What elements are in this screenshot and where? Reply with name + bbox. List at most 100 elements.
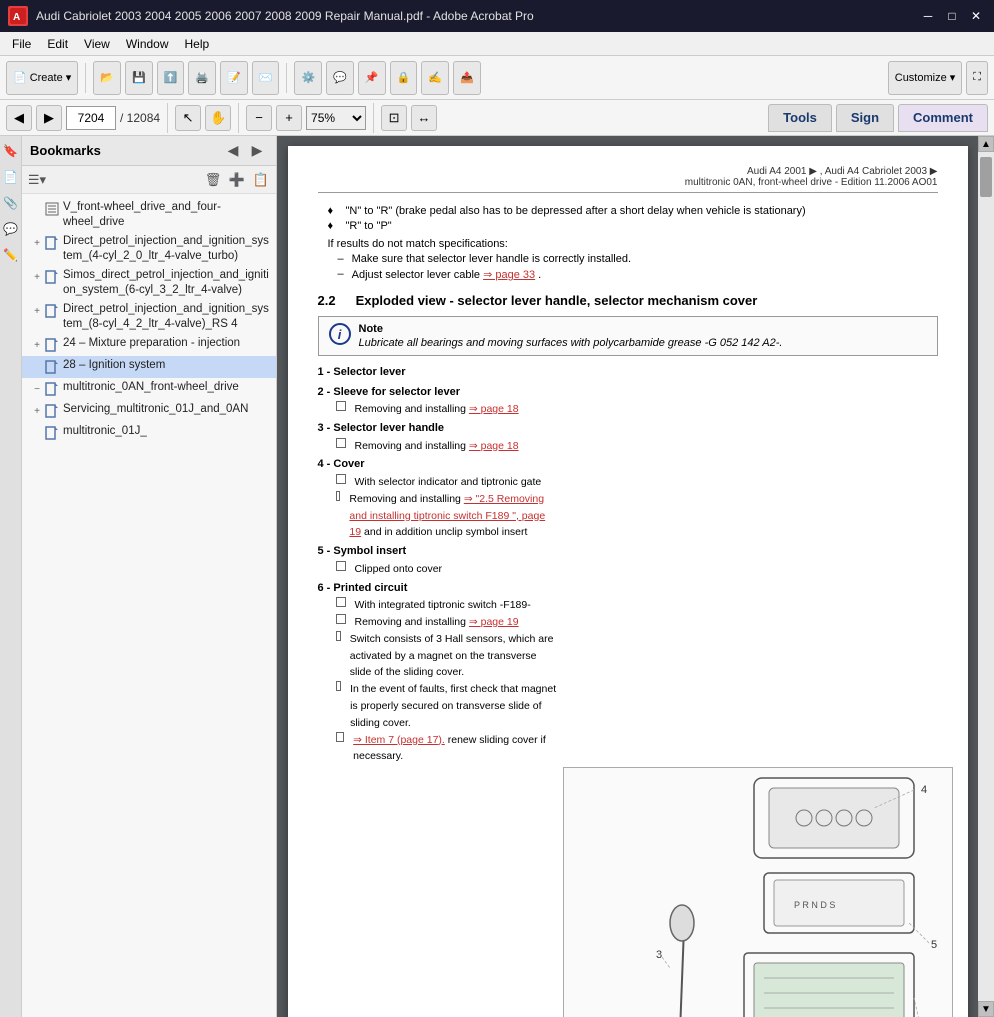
window-controls: ─ □ ✕ — [918, 6, 986, 26]
bookmark-item-multitronic0an[interactable]: − multitronic_0AN_front-wheel_drive — [22, 378, 276, 400]
open-button[interactable]: 📂 — [93, 61, 121, 95]
sign-tab[interactable]: Sign — [836, 104, 894, 132]
prev-page-button[interactable]: ◀ — [6, 105, 32, 131]
checkbox-6-5 — [336, 732, 345, 742]
zoom-out-button[interactable]: − — [246, 105, 272, 131]
hand-tool-button[interactable]: ✋ — [205, 105, 231, 131]
toolbar-separator-1 — [85, 63, 86, 93]
bookmark-item-vfront[interactable]: V_front-wheel_drive_and_four-wheel_drive — [22, 198, 276, 232]
bookmarks-panel-icon[interactable]: 🔖 — [2, 142, 20, 160]
email-button[interactable]: ✉️ — [252, 61, 280, 95]
sign-tool-button[interactable]: ✍️ — [421, 61, 449, 95]
link-6-5[interactable]: ⇒ Item 7 (page 17). — [353, 734, 445, 746]
link-6-2[interactable]: ⇒ page 19 — [469, 616, 519, 628]
expand-button[interactable]: ⛶ — [966, 61, 988, 95]
page-number-input[interactable]: 7204 — [66, 106, 116, 130]
add-bookmark-button[interactable]: ➕ — [226, 169, 248, 191]
fit-width-button[interactable]: ↔ — [411, 105, 437, 131]
tools-tab[interactable]: Tools — [768, 104, 832, 132]
sidebar-header-buttons: ◀ ▶ — [222, 140, 268, 162]
pdf-area[interactable]: Audi A4 2001 ▶ , Audi A4 Cabriolet 2003 … — [277, 136, 978, 1017]
bookmark-properties-button[interactable]: 📋 — [250, 169, 272, 191]
next-page-button[interactable]: ▶ — [36, 105, 62, 131]
save-button[interactable]: 💾 — [125, 61, 153, 95]
expand-icon-24: + — [30, 338, 44, 354]
expand-panel-button[interactable]: ▶ — [246, 140, 268, 162]
comment-tool-button[interactable]: 💬 — [326, 61, 354, 95]
comments-panel-icon[interactable]: 💬 — [2, 220, 20, 238]
bookmark-text-multi0an: multitronic_0AN_front-wheel_drive — [63, 380, 239, 395]
checkbox-6-1 — [336, 597, 346, 607]
menu-view[interactable]: View — [76, 35, 118, 53]
note-content: Note Lubricate all bearings and moving s… — [359, 323, 783, 349]
link-2-1[interactable]: ⇒ page 18 — [469, 403, 519, 415]
scroll-track[interactable] — [978, 152, 994, 1001]
pages-panel-icon[interactable]: 📄 — [2, 168, 20, 186]
part-4-detail-2: Removing and installing ⇒ "2.5 Removing … — [318, 491, 558, 541]
collapse-panel-button[interactable]: ◀ — [222, 140, 244, 162]
menu-window[interactable]: Window — [118, 35, 177, 53]
menu-file[interactable]: File — [4, 35, 39, 53]
minimize-button[interactable]: ─ — [918, 6, 938, 26]
bookmark-icon-28 — [44, 359, 60, 375]
scroll-down-button[interactable]: ▼ — [978, 1001, 994, 1017]
nav-toolbar: ◀ ▶ 7204 / 12084 ↖ ✋ − + 75%50%100%150% … — [0, 100, 994, 136]
select-tool-button[interactable]: ↖ — [175, 105, 201, 131]
menu-help[interactable]: Help — [177, 35, 218, 53]
create-button[interactable]: 📄 Create ▾ — [6, 61, 78, 95]
parts-diagram-svg: 4 5 6 7 1 2 3 8 — [564, 768, 953, 1017]
bookmark-item-multi01j[interactable]: multitronic_01J_ — [22, 422, 276, 444]
customize-button[interactable]: Customize ▾ — [888, 61, 963, 95]
svg-text:5: 5 — [930, 939, 936, 951]
right-scrollbar[interactable]: ▲ ▼ — [978, 136, 994, 1017]
sidebar: Bookmarks ◀ ▶ ☰▾ 🗑 ➕ 📋 V_front-wheel_dri… — [22, 136, 277, 1017]
dash-link-2[interactable]: ⇒ page 33 — [483, 269, 535, 281]
bookmark-item-direct4cyl[interactable]: + Direct_petrol_injection_and_ignition_s… — [22, 232, 276, 266]
bookmark-item-direct8cyl[interactable]: + Direct_petrol_injection_and_ignition_s… — [22, 300, 276, 334]
checkbox-6-4 — [336, 681, 342, 691]
side-panel: 🔖 📄 📎 💬 ✏️ — [0, 136, 22, 1017]
security-button[interactable]: 🔒 — [390, 61, 418, 95]
part-6-detail-1: With integrated tiptronic switch -F189- — [318, 597, 558, 614]
upload-button[interactable]: ⬆️ — [157, 61, 185, 95]
bookmark-icon-direct4cyl — [44, 235, 60, 251]
select-icon: ↖ — [183, 110, 194, 126]
upload-icon: ⬆️ — [164, 71, 178, 84]
pen-icon[interactable]: ✏️ — [2, 246, 20, 264]
bookmarks-tree[interactable]: V_front-wheel_drive_and_four-wheel_drive… — [22, 194, 276, 1017]
fit-page-button[interactable]: ⊡ — [381, 105, 407, 131]
scroll-thumb[interactable] — [980, 157, 992, 197]
bookmark-item-simos[interactable]: + Simos_direct_petrol_injection_and_igni… — [22, 266, 276, 300]
markup-button[interactable]: 📝 — [220, 61, 248, 95]
share-button[interactable]: 📤 — [453, 61, 481, 95]
bookmark-item-24mixture[interactable]: + 24 – Mixture preparation - injection — [22, 334, 276, 356]
close-button[interactable]: ✕ — [966, 6, 986, 26]
menu-edit[interactable]: Edit — [39, 35, 76, 53]
scroll-up-button[interactable]: ▲ — [978, 136, 994, 152]
comment-tab[interactable]: Comment — [898, 104, 988, 132]
zoom-in-button[interactable]: + — [276, 105, 302, 131]
page-header: Audi A4 2001 ▶ , Audi A4 Cabriolet 2003 … — [318, 166, 938, 193]
pin-button[interactable]: 📌 — [358, 61, 386, 95]
diagram-area: 4 5 6 7 1 2 3 8 — [563, 767, 953, 1017]
link-3-1[interactable]: ⇒ page 18 — [469, 440, 519, 452]
bookmark-item-servicing[interactable]: + Servicing_multitronic_01J_and_0AN — [22, 400, 276, 422]
bookmark-icon-multi0an — [44, 381, 60, 397]
bookmark-text-simos: Simos_direct_petrol_injection_and_igniti… — [63, 268, 272, 298]
settings-button[interactable]: ⚙️ — [294, 61, 322, 95]
expand-icon: ⛶ — [973, 71, 981, 84]
link-4-2[interactable]: ⇒ "2.5 Removing and installing tiptronic… — [349, 493, 545, 539]
delete-bookmark-button[interactable]: 🗑 — [202, 169, 224, 191]
attachments-panel-icon[interactable]: 📎 — [2, 194, 20, 212]
bullet-1: ♦ "N" to "R" (brake pedal also has to be… — [318, 205, 938, 217]
bookmark-item-28ignition[interactable]: 28 – Ignition system — [22, 356, 276, 378]
section-num: 2.2 — [318, 293, 336, 308]
zoom-select[interactable]: 75%50%100%150% — [306, 106, 366, 130]
expand-icon-direct4cyl: + — [30, 236, 44, 252]
print-button[interactable]: 🖨️ — [188, 61, 216, 95]
maximize-button[interactable]: □ — [942, 6, 962, 26]
bookmark-icon-direct8cyl — [44, 303, 60, 319]
bookmark-text-direct8cyl: Direct_petrol_injection_and_ignition_sys… — [63, 302, 272, 332]
bookmark-options-button[interactable]: ☰▾ — [26, 169, 48, 191]
page-total: / 12084 — [120, 111, 160, 125]
